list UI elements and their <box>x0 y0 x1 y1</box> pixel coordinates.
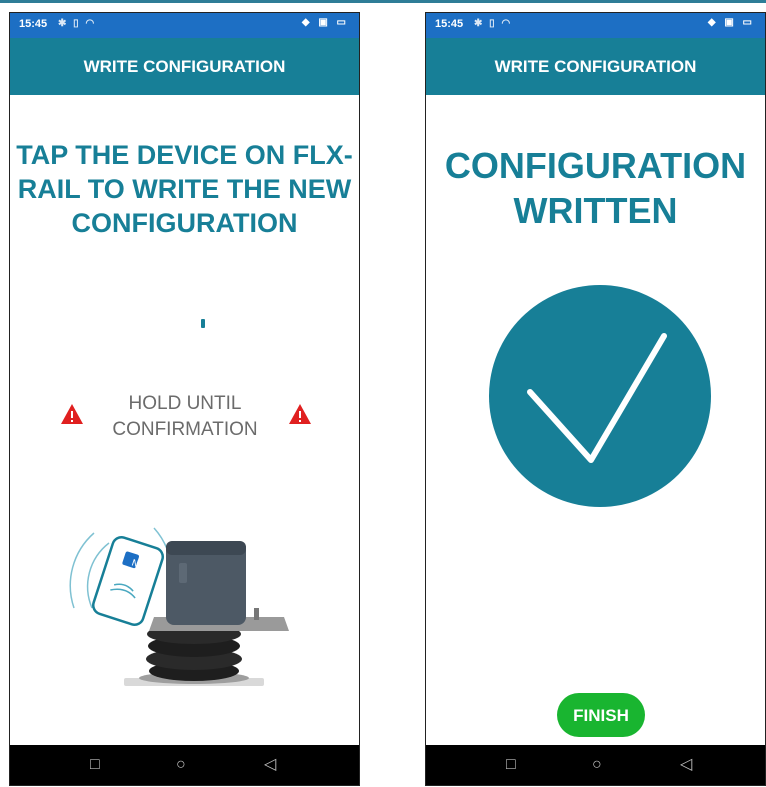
status-bar: 15:45 ✱ ▯ ◠ ◆ ▣ ▭ <box>10 13 359 38</box>
hold-until-confirmation-text: HOLD UNTIL CONFIRMATION <box>112 393 258 440</box>
status-left-icons: ✱ ▯ ◠ <box>474 18 513 29</box>
warning-triangle-icon <box>61 404 83 424</box>
progress-spinner <box>201 319 205 328</box>
phone-screen-write: 15:45 ✱ ▯ ◠ ◆ ▣ ▭ WRITE CONFIGURATION TA… <box>9 12 360 786</box>
system-nav-bar: □ ○ ◁ <box>10 745 359 785</box>
home-button[interactable]: ○ <box>592 755 602 775</box>
recents-button[interactable]: □ <box>90 755 100 775</box>
phone-screen-written: 15:45 ✱ ▯ ◠ ◆ ▣ ▭ WRITE CONFIGURATION CO… <box>425 12 766 786</box>
status-left-icons: ✱ ▯ ◠ <box>58 18 97 29</box>
status-time: 15:45 <box>19 18 48 30</box>
status-bar: 15:45 ✱ ▯ ◠ ◆ ▣ ▭ <box>426 13 765 38</box>
configuration-written-title: CONFIGURATION WRITTEN <box>444 145 747 231</box>
status-right-icons: ◆ ▣ ▭ <box>707 17 755 28</box>
recents-button[interactable]: □ <box>506 755 516 775</box>
page-top-rule <box>0 0 766 3</box>
app-bar-title: WRITE CONFIGURATION <box>426 38 765 95</box>
system-nav-bar: □ ○ ◁ <box>426 745 765 785</box>
back-button[interactable]: ◁ <box>680 755 692 775</box>
home-button[interactable]: ○ <box>176 755 186 775</box>
status-time: 15:45 <box>435 18 464 30</box>
instruction-text: TAP THE DEVICE ON FLX-RAIL TO WRITE THE … <box>16 140 353 238</box>
back-button[interactable]: ◁ <box>264 755 276 775</box>
finish-button[interactable]: FINISH <box>557 693 645 737</box>
checkmark-icon <box>489 285 711 507</box>
status-right-icons: ◆ ▣ ▭ <box>301 17 349 28</box>
device-tap-illustration: N <box>69 527 289 686</box>
warning-triangle-icon <box>289 404 311 424</box>
app-bar-title: WRITE CONFIGURATION <box>10 38 359 95</box>
